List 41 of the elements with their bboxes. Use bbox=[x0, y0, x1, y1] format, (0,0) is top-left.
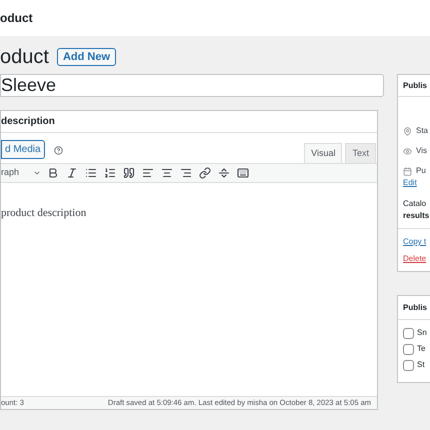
status-label: Pu bbox=[416, 165, 426, 177]
checkbox[interactable] bbox=[403, 328, 414, 338]
catalog-label: Catalo bbox=[403, 198, 428, 210]
calendar-icon bbox=[403, 166, 412, 176]
checkbox[interactable] bbox=[403, 360, 414, 370]
heading: oduct bbox=[0, 47, 49, 67]
link-icon[interactable] bbox=[199, 167, 211, 179]
checkbox[interactable] bbox=[403, 344, 414, 354]
status-label: Sta bbox=[416, 125, 428, 137]
help-icon[interactable] bbox=[54, 146, 63, 155]
title-field[interactable]: Sleeve bbox=[0, 74, 384, 97]
panel-title: Publis bbox=[403, 302, 428, 314]
checkbox-label: Sn bbox=[417, 327, 427, 339]
panel-title: Publis bbox=[403, 80, 428, 92]
quote-icon[interactable] bbox=[123, 167, 135, 179]
editor-text: product description bbox=[1, 207, 86, 219]
keyboard-icon[interactable] bbox=[237, 167, 249, 179]
editor-tab[interactable]: Visual bbox=[304, 143, 342, 163]
align-center-icon[interactable] bbox=[161, 167, 173, 179]
status-label: Vis bbox=[416, 145, 427, 157]
delete-link[interactable]: Delete bbox=[403, 253, 430, 265]
italic-icon[interactable] bbox=[66, 167, 78, 179]
numbered-list-icon[interactable] bbox=[104, 167, 116, 179]
panel-title: description bbox=[1, 115, 55, 129]
caret-icon bbox=[33, 169, 41, 177]
align-right-icon[interactable] bbox=[180, 167, 192, 179]
eye-icon bbox=[403, 146, 412, 156]
bold-icon[interactable] bbox=[47, 167, 59, 179]
edit-link[interactable]: Edit bbox=[403, 177, 430, 189]
format-select[interactable]: raph bbox=[1, 166, 41, 180]
catalog-value: results bbox=[403, 210, 430, 222]
read-more-icon[interactable] bbox=[218, 167, 230, 179]
add-new-button[interactable]: Add New bbox=[56, 48, 116, 66]
copy-link[interactable]: Copy t bbox=[403, 236, 430, 248]
checkbox-label: St bbox=[417, 359, 425, 371]
align-left-icon[interactable] bbox=[142, 167, 154, 179]
editor-tab[interactable]: Text bbox=[345, 143, 376, 163]
add-media-button[interactable]: d Media bbox=[1, 140, 45, 159]
checkbox-label: Te bbox=[417, 343, 426, 355]
pin-icon bbox=[403, 126, 412, 136]
page-title: oduct bbox=[0, 10, 33, 27]
